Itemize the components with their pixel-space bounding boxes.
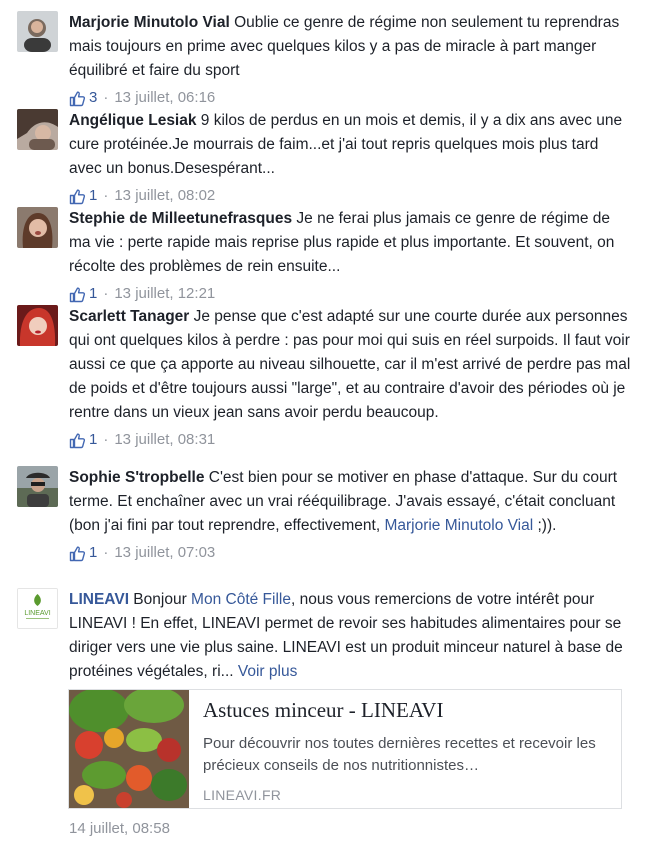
separator: · [103, 285, 109, 302]
card-domain: LINEAVI.FR [203, 787, 282, 803]
separator: · [103, 544, 109, 561]
comment-meta: 1 · 13 juillet, 08:31 [69, 430, 635, 450]
comment-author[interactable]: Marjorie Minutolo Vial [69, 14, 230, 31]
comment-author[interactable]: Stephie de Milleetunefrasques [69, 210, 292, 227]
avatar[interactable] [17, 207, 58, 248]
thumbs-up-icon[interactable] [69, 89, 87, 107]
like-count[interactable]: 1 [89, 543, 97, 563]
comment-author[interactable]: Scarlett Tanager [69, 308, 189, 325]
comment-timestamp[interactable]: 13 juillet, 12:21 [114, 284, 215, 304]
avatar[interactable] [17, 109, 58, 150]
mention-link[interactable]: Mon Côté Fille [191, 591, 291, 608]
comment-meta: 3 · 13 juillet, 06:16 [69, 88, 635, 108]
thumbs-up-icon[interactable] [69, 285, 87, 303]
thumbs-up-icon[interactable] [69, 431, 87, 449]
avatar[interactable] [17, 305, 58, 346]
brand-logo-text: LINEAVI [24, 610, 50, 617]
brand-logo[interactable]: LINEAVI [17, 588, 58, 629]
comment-text-end: ;)). [533, 517, 557, 534]
comment-timestamp[interactable]: 13 juillet, 07:03 [114, 543, 215, 563]
separator: · [103, 89, 109, 106]
like-count[interactable]: 1 [89, 430, 97, 450]
comment-meta: 1 · 13 juillet, 07:03 [69, 543, 635, 563]
avatar[interactable] [17, 466, 58, 507]
card-description: Pour découvrir nos toutes dernières rece… [203, 735, 596, 774]
see-more-link[interactable]: Voir plus [238, 663, 297, 680]
separator: · [103, 187, 109, 204]
food-thumbnail [69, 690, 189, 808]
comment-timestamp[interactable]: 13 juillet, 08:31 [114, 430, 215, 450]
comment-meta: 1 · 13 juillet, 08:02 [69, 186, 635, 206]
comment-author[interactable]: LINEAVI [69, 591, 129, 608]
like-count[interactable]: 1 [89, 284, 97, 304]
thumbs-up-icon[interactable] [69, 544, 87, 562]
mention-link[interactable]: Marjorie Minutolo Vial [384, 517, 533, 534]
separator: · [103, 431, 109, 448]
comment-meta: 1 · 13 juillet, 12:21 [69, 284, 635, 304]
like-count[interactable]: 3 [89, 88, 97, 108]
like-count[interactable]: 1 [89, 186, 97, 206]
comment-author[interactable]: Angélique Lesiak [69, 112, 196, 129]
thumbs-up-icon[interactable] [69, 187, 87, 205]
reply-timestamp[interactable]: 14 juillet, 08:58 [69, 820, 170, 837]
comment-timestamp[interactable]: 13 juillet, 08:02 [114, 186, 215, 206]
avatar[interactable] [17, 11, 58, 52]
comment-author[interactable]: Sophie S'tropbelle [69, 469, 204, 486]
comment-timestamp[interactable]: 13 juillet, 06:16 [114, 88, 215, 108]
reply-greeting: Bonjour [129, 591, 192, 608]
link-preview-card[interactable]: Astuces minceur - LINEAVI Pour découvrir… [68, 689, 622, 809]
card-title: Astuces minceur - LINEAVI [203, 698, 444, 722]
